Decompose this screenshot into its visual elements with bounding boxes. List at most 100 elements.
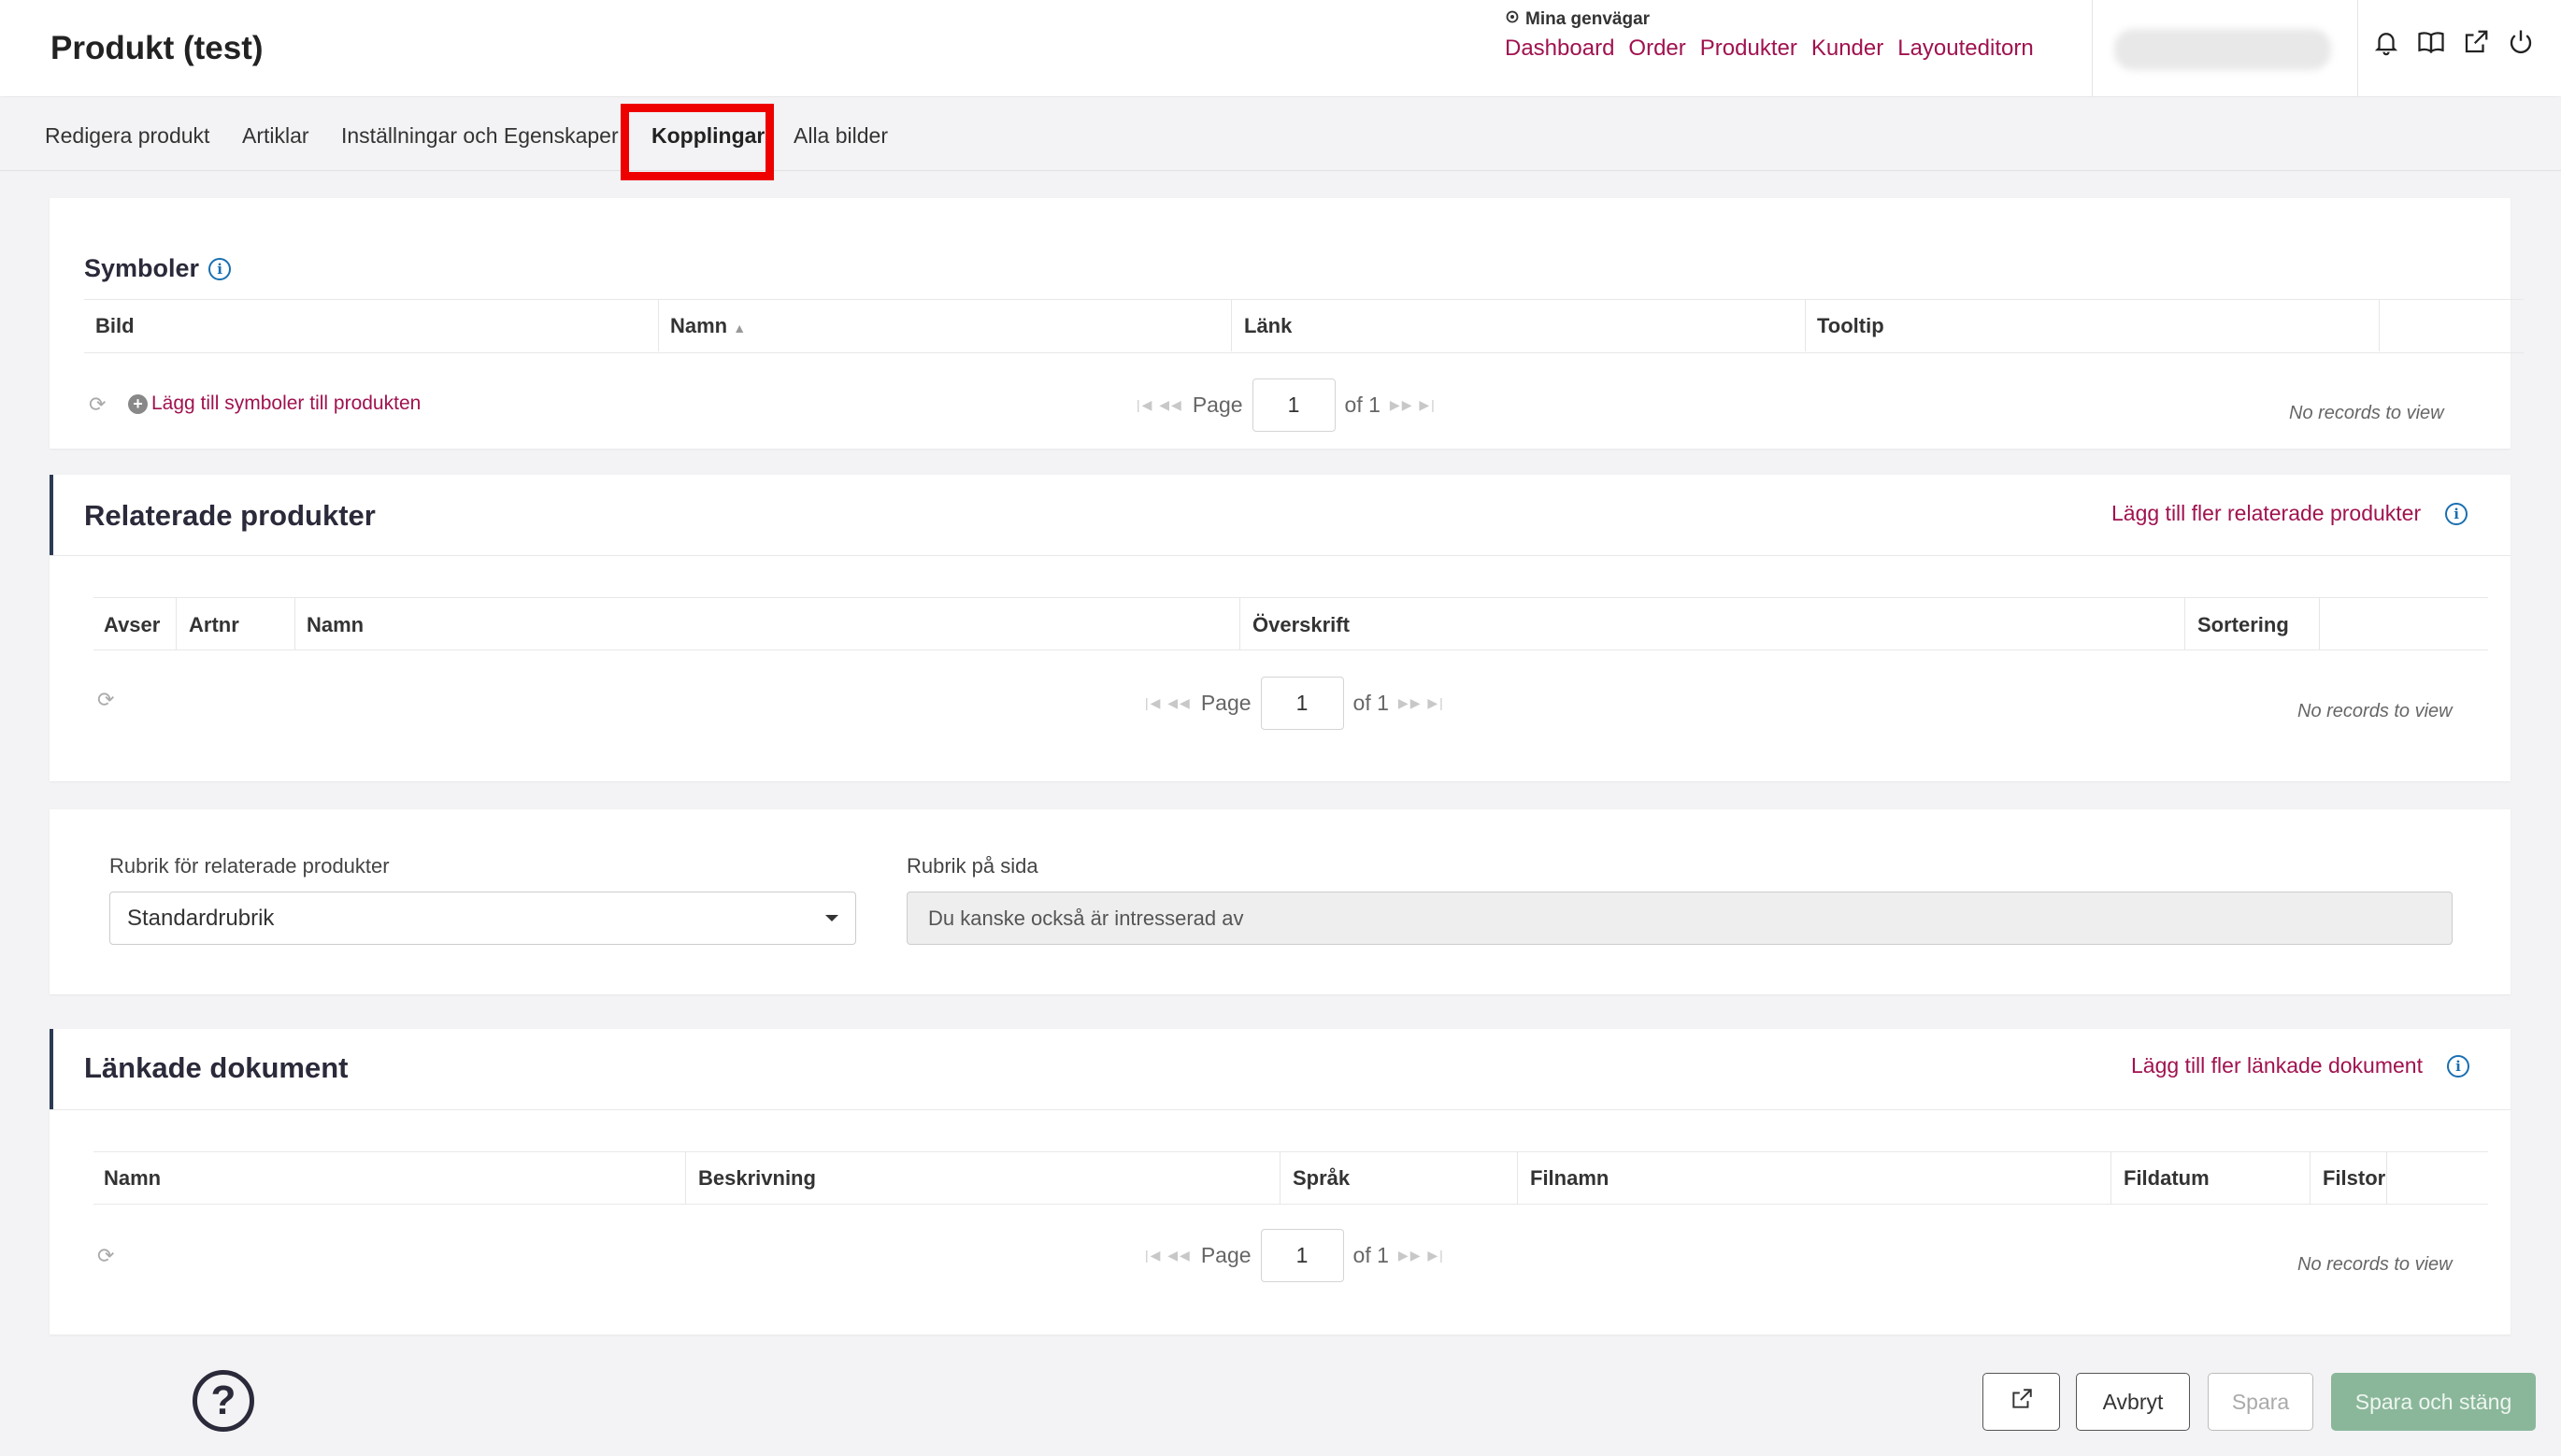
first-prev-page-icon[interactable]: |◀ ◀◀ xyxy=(1145,695,1192,711)
bell-icon[interactable] xyxy=(2372,28,2400,56)
cancel-button[interactable]: Avbryt xyxy=(2076,1373,2190,1431)
pager: |◀ ◀◀ Page 1 of 1 ▶▶ ▶| xyxy=(1145,1229,1445,1282)
documents-title: Länkade dokument xyxy=(84,1051,349,1084)
tab-redigera-produkt[interactable]: Redigera produkt xyxy=(45,123,209,149)
add-symbol-link[interactable]: + Lägg till symboler till produkten xyxy=(128,393,421,415)
power-icon[interactable] xyxy=(2507,28,2535,56)
divider xyxy=(93,1151,2488,1152)
column-divider xyxy=(2379,299,2380,351)
no-records-text: No records to view xyxy=(2289,403,2444,423)
shortcut-produkter[interactable]: Produkter xyxy=(1700,36,1797,62)
column-divider xyxy=(658,299,659,351)
info-icon[interactable]: i xyxy=(2445,502,2468,525)
shortcuts-title-label: Mina genvägar xyxy=(1525,9,1651,29)
page-title: Produkt (test) xyxy=(50,30,264,66)
info-icon[interactable]: i xyxy=(208,257,232,280)
column-header-sortering[interactable]: Sortering xyxy=(2197,613,2289,637)
column-divider xyxy=(1805,299,1806,351)
sort-icon: ▲ xyxy=(733,321,747,335)
no-records-text: No records to view xyxy=(2297,1254,2453,1275)
column-header-namn[interactable]: Namn xyxy=(104,1166,161,1191)
first-prev-page-icon[interactable]: |◀ ◀◀ xyxy=(1137,397,1183,413)
shortcut-layouteditorn[interactable]: Layouteditorn xyxy=(1897,36,2033,62)
related-title: Relaterade produkter xyxy=(84,499,376,532)
add-related-products-link[interactable]: Lägg till fler relaterade produkter i xyxy=(2111,501,2468,526)
help-button[interactable]: ? xyxy=(193,1370,254,1432)
page-heading-label: Rubrik på sida xyxy=(907,854,1038,878)
tab-alla-bilder[interactable]: Alla bilder xyxy=(794,123,888,149)
pager: |◀ ◀◀ Page 1 of 1 ▶▶ ▶| xyxy=(1137,378,1437,432)
refresh-icon[interactable]: ⟳ xyxy=(97,688,114,712)
chevron-down-icon xyxy=(825,915,838,921)
plus-icon: + xyxy=(128,393,148,414)
tab-installningar[interactable]: Inställningar och Egenskaper xyxy=(341,123,619,149)
rubrik-select[interactable]: Standardrubrik xyxy=(109,892,856,945)
related-products-card: Relaterade produkter Lägg till fler rela… xyxy=(50,475,2511,781)
shortcut-order[interactable]: Order xyxy=(1628,36,1685,62)
divider xyxy=(93,649,2488,650)
column-header-namn[interactable]: Namn ▲ xyxy=(670,314,746,338)
open-external-button[interactable] xyxy=(1982,1373,2060,1431)
column-divider xyxy=(2386,1151,2387,1204)
rubrik-select-value: Standardrubrik xyxy=(127,905,275,931)
divider xyxy=(84,299,2524,300)
divider xyxy=(93,597,2488,598)
next-last-page-icon[interactable]: ▶▶ ▶| xyxy=(1390,397,1437,413)
column-header-lank[interactable]: Länk xyxy=(1244,314,1292,338)
column-header-avser[interactable]: Avser xyxy=(104,613,160,637)
top-bar: Produkt (test) Mina genvägar Dashboard O… xyxy=(0,0,2561,96)
column-header-filnamn[interactable]: Filnamn xyxy=(1530,1166,1609,1191)
external-link-icon[interactable] xyxy=(2462,28,2490,56)
column-header-filstor[interactable]: Filstor xyxy=(2323,1166,2385,1191)
add-related-label: Lägg till fler relaterade produkter xyxy=(2111,501,2422,525)
divider xyxy=(50,555,2511,556)
column-header-fildatum[interactable]: Fildatum xyxy=(2124,1166,2210,1191)
shortcut-dashboard[interactable]: Dashboard xyxy=(1505,36,1614,62)
page-label: Page xyxy=(1200,691,1252,715)
column-divider xyxy=(2184,597,2185,649)
save-and-close-button[interactable]: Spara och stäng xyxy=(2331,1373,2536,1431)
linked-documents-card: Länkade dokument Lägg till fler länkade … xyxy=(50,1029,2511,1335)
add-documents-label: Lägg till fler länkade dokument xyxy=(2131,1053,2423,1078)
next-last-page-icon[interactable]: ▶▶ ▶| xyxy=(1398,695,1445,711)
add-documents-link[interactable]: Lägg till fler länkade dokument i xyxy=(2131,1053,2469,1078)
column-divider xyxy=(294,597,295,649)
column-header-namn[interactable]: Namn xyxy=(307,613,364,637)
external-link-icon xyxy=(2010,1387,2034,1417)
column-header-beskrivning[interactable]: Beskrivning xyxy=(698,1166,816,1191)
divider xyxy=(50,1109,2511,1110)
no-records-text: No records to view xyxy=(2297,701,2453,721)
column-divider xyxy=(1517,1151,1518,1204)
pager: |◀ ◀◀ Page 1 of 1 ▶▶ ▶| xyxy=(1145,677,1445,730)
page-of-label: of 1 xyxy=(1352,691,1389,715)
first-prev-page-icon[interactable]: |◀ ◀◀ xyxy=(1145,1248,1192,1263)
tab-artiklar[interactable]: Artiklar xyxy=(242,123,309,149)
column-header-artnr[interactable]: Artnr xyxy=(189,613,239,637)
info-icon[interactable]: i xyxy=(2446,1054,2469,1078)
shortcuts-title: Mina genvägar xyxy=(1505,9,2034,30)
save-button[interactable]: Spara xyxy=(2208,1373,2313,1431)
column-divider xyxy=(2110,1151,2111,1204)
symbols-title-label: Symboler xyxy=(84,254,200,282)
page-input[interactable]: 1 xyxy=(1260,677,1344,730)
page-heading-field[interactable]: Du kanske också är intresserad av xyxy=(907,892,2453,945)
shortcut-kunder[interactable]: Kunder xyxy=(1811,36,1883,62)
column-header-overskrift[interactable]: Överskrift xyxy=(1252,613,1350,637)
shortcuts-panel: Mina genvägar Dashboard Order Produkter … xyxy=(1505,9,2034,62)
symbols-title: Symboler i xyxy=(84,254,232,283)
tab-bar: Redigera produkt Artiklar Inställningar … xyxy=(0,97,2561,171)
column-header-sprak[interactable]: Språk xyxy=(1293,1166,1350,1191)
refresh-icon[interactable]: ⟳ xyxy=(89,393,106,417)
rubrik-label: Rubrik för relaterade produkter xyxy=(109,854,390,878)
next-last-page-icon[interactable]: ▶▶ ▶| xyxy=(1398,1248,1445,1263)
page-input[interactable]: 1 xyxy=(1252,378,1336,432)
book-icon[interactable] xyxy=(2417,28,2445,56)
page-input[interactable]: 1 xyxy=(1260,1229,1344,1282)
symbols-card: Symboler i Bild Namn ▲ Länk Tooltip ⟳ + … xyxy=(50,198,2524,449)
column-header-bild[interactable]: Bild xyxy=(95,314,135,338)
column-header-tooltip[interactable]: Tooltip xyxy=(1817,314,1884,338)
user-menu[interactable] xyxy=(2114,29,2331,70)
column-divider xyxy=(1231,299,1232,351)
refresh-icon[interactable]: ⟳ xyxy=(97,1244,114,1268)
page-of-label: of 1 xyxy=(1352,1243,1389,1267)
